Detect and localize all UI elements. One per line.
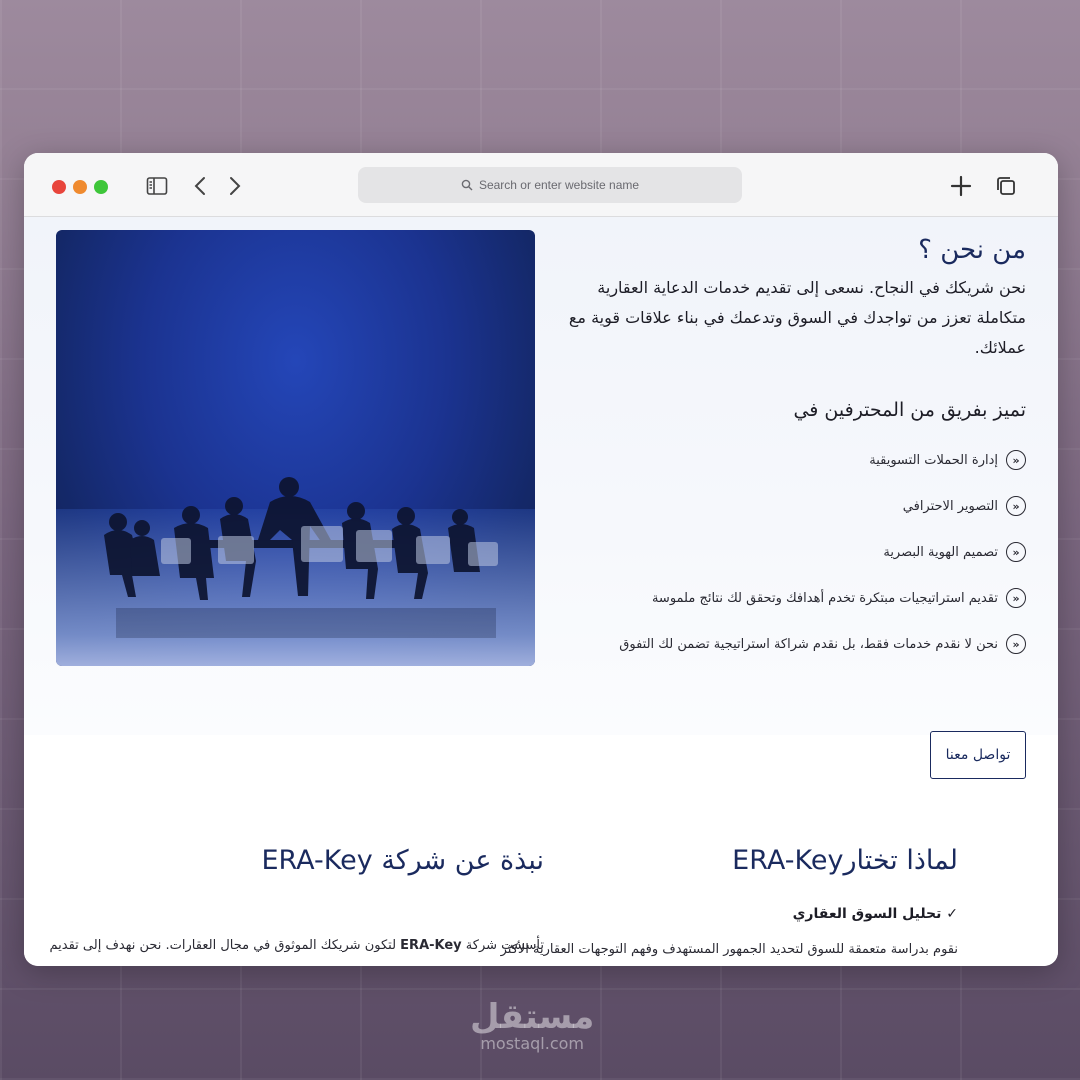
address-placeholder: Search or enter website name <box>478 178 640 192</box>
maximize-window-button[interactable] <box>94 180 108 194</box>
back-arrow-icon[interactable] <box>189 174 213 198</box>
double-chevron-icon: « <box>1006 496 1026 516</box>
double-chevron-icon: « <box>1006 450 1026 470</box>
why-item-text: نقوم بدراسة متعمقة للسوق لتحديد الجمهور … <box>500 942 958 957</box>
company-text-suffix: لتكون شريكك الموثوق في مجال العقارات. نح… <box>49 938 397 953</box>
contact-us-button[interactable]: تواصل معنا <box>930 731 1026 779</box>
browser-window: Search or enter website name من نحن ؟ نح… <box>24 153 1058 966</box>
company-brand: ERA-Key <box>400 938 462 953</box>
company-text: تأسست شركة ERA-Key لتكون شريكك الموثوق ف… <box>50 938 545 953</box>
feature-label: التصوير الاحترافي <box>902 498 998 514</box>
why-title: لماذا تختارERA-Key <box>732 845 958 876</box>
feature-label: تصميم الهوية البصرية <box>883 544 998 560</box>
double-chevron-icon: « <box>1006 588 1026 608</box>
double-chevron-icon: « <box>1006 634 1026 654</box>
about-lead-text: نحن شريكك في النجاح. نسعى إلى تقديم خدما… <box>568 278 1026 357</box>
why-item-title: ✓ تحليل السوق العقاري <box>792 906 958 922</box>
close-window-button[interactable] <box>52 180 66 194</box>
sidebar-toggle-icon[interactable] <box>145 174 169 198</box>
forward-arrow-icon[interactable] <box>222 174 246 198</box>
about-section: من نحن ؟ نحن شريكك في النجاح. نسعى إلى ت… <box>556 231 1026 667</box>
company-title: نبذة عن شركة ERA-Key <box>261 845 544 876</box>
address-bar[interactable]: Search or enter website name <box>358 167 742 203</box>
window-controls <box>52 180 108 194</box>
feature-label: نحن لا نقدم خدمات فقط، بل نقدم شراكة است… <box>619 636 998 652</box>
minimize-window-button[interactable] <box>73 180 87 194</box>
meeting-silhouettes <box>104 477 498 638</box>
new-tab-icon[interactable] <box>949 174 973 198</box>
about-title: من نحن ؟ <box>918 235 1026 265</box>
page-content: من نحن ؟ نحن شريكك في النجاح. نسعى إلى ت… <box>24 217 1058 966</box>
watermark-latin: mostaql.com <box>480 1034 584 1053</box>
tab-overview-icon[interactable] <box>994 174 1018 198</box>
features-list: « إدارة الحملات التسويقية « التصوير الاحتر… <box>556 437 1026 667</box>
double-chevron-icon: « <box>1006 542 1026 562</box>
search-icon <box>461 179 473 191</box>
list-item: « التصوير الاحترافي <box>556 483 1026 529</box>
list-item: « نحن لا نقدم خدمات فقط، بل نقدم شراكة اس… <box>556 621 1026 667</box>
browser-toolbar: Search or enter website name <box>24 153 1058 217</box>
list-item: « تقديم استراتيجيات مبتكرة تخدم أهدافك وت… <box>556 575 1026 621</box>
watermark-arabic: مستقل <box>470 997 595 1037</box>
company-section: نبذة عن شركة ERA-Key تأسست شركة ERA-Key … <box>50 845 545 953</box>
list-item: « إدارة الحملات التسويقية <box>556 437 1026 483</box>
company-text-prefix: تأسست شركة <box>465 938 544 953</box>
why-section: لماذا تختارERA-Key ✓ تحليل السوق العقاري… <box>500 845 958 957</box>
feature-label: إدارة الحملات التسويقية <box>869 452 998 468</box>
list-item: « تصميم الهوية البصرية <box>556 529 1026 575</box>
hero-section: من نحن ؟ نحن شريكك في النجاح. نسعى إلى ت… <box>24 217 1058 779</box>
team-heading: تميز بفريق من المحترفين في <box>793 399 1026 421</box>
mostaql-watermark: مستقل mostaql.com <box>470 1000 594 1052</box>
team-meeting-image <box>56 230 535 666</box>
feature-label: تقديم استراتيجيات مبتكرة تخدم أهدافك وتح… <box>651 590 998 606</box>
